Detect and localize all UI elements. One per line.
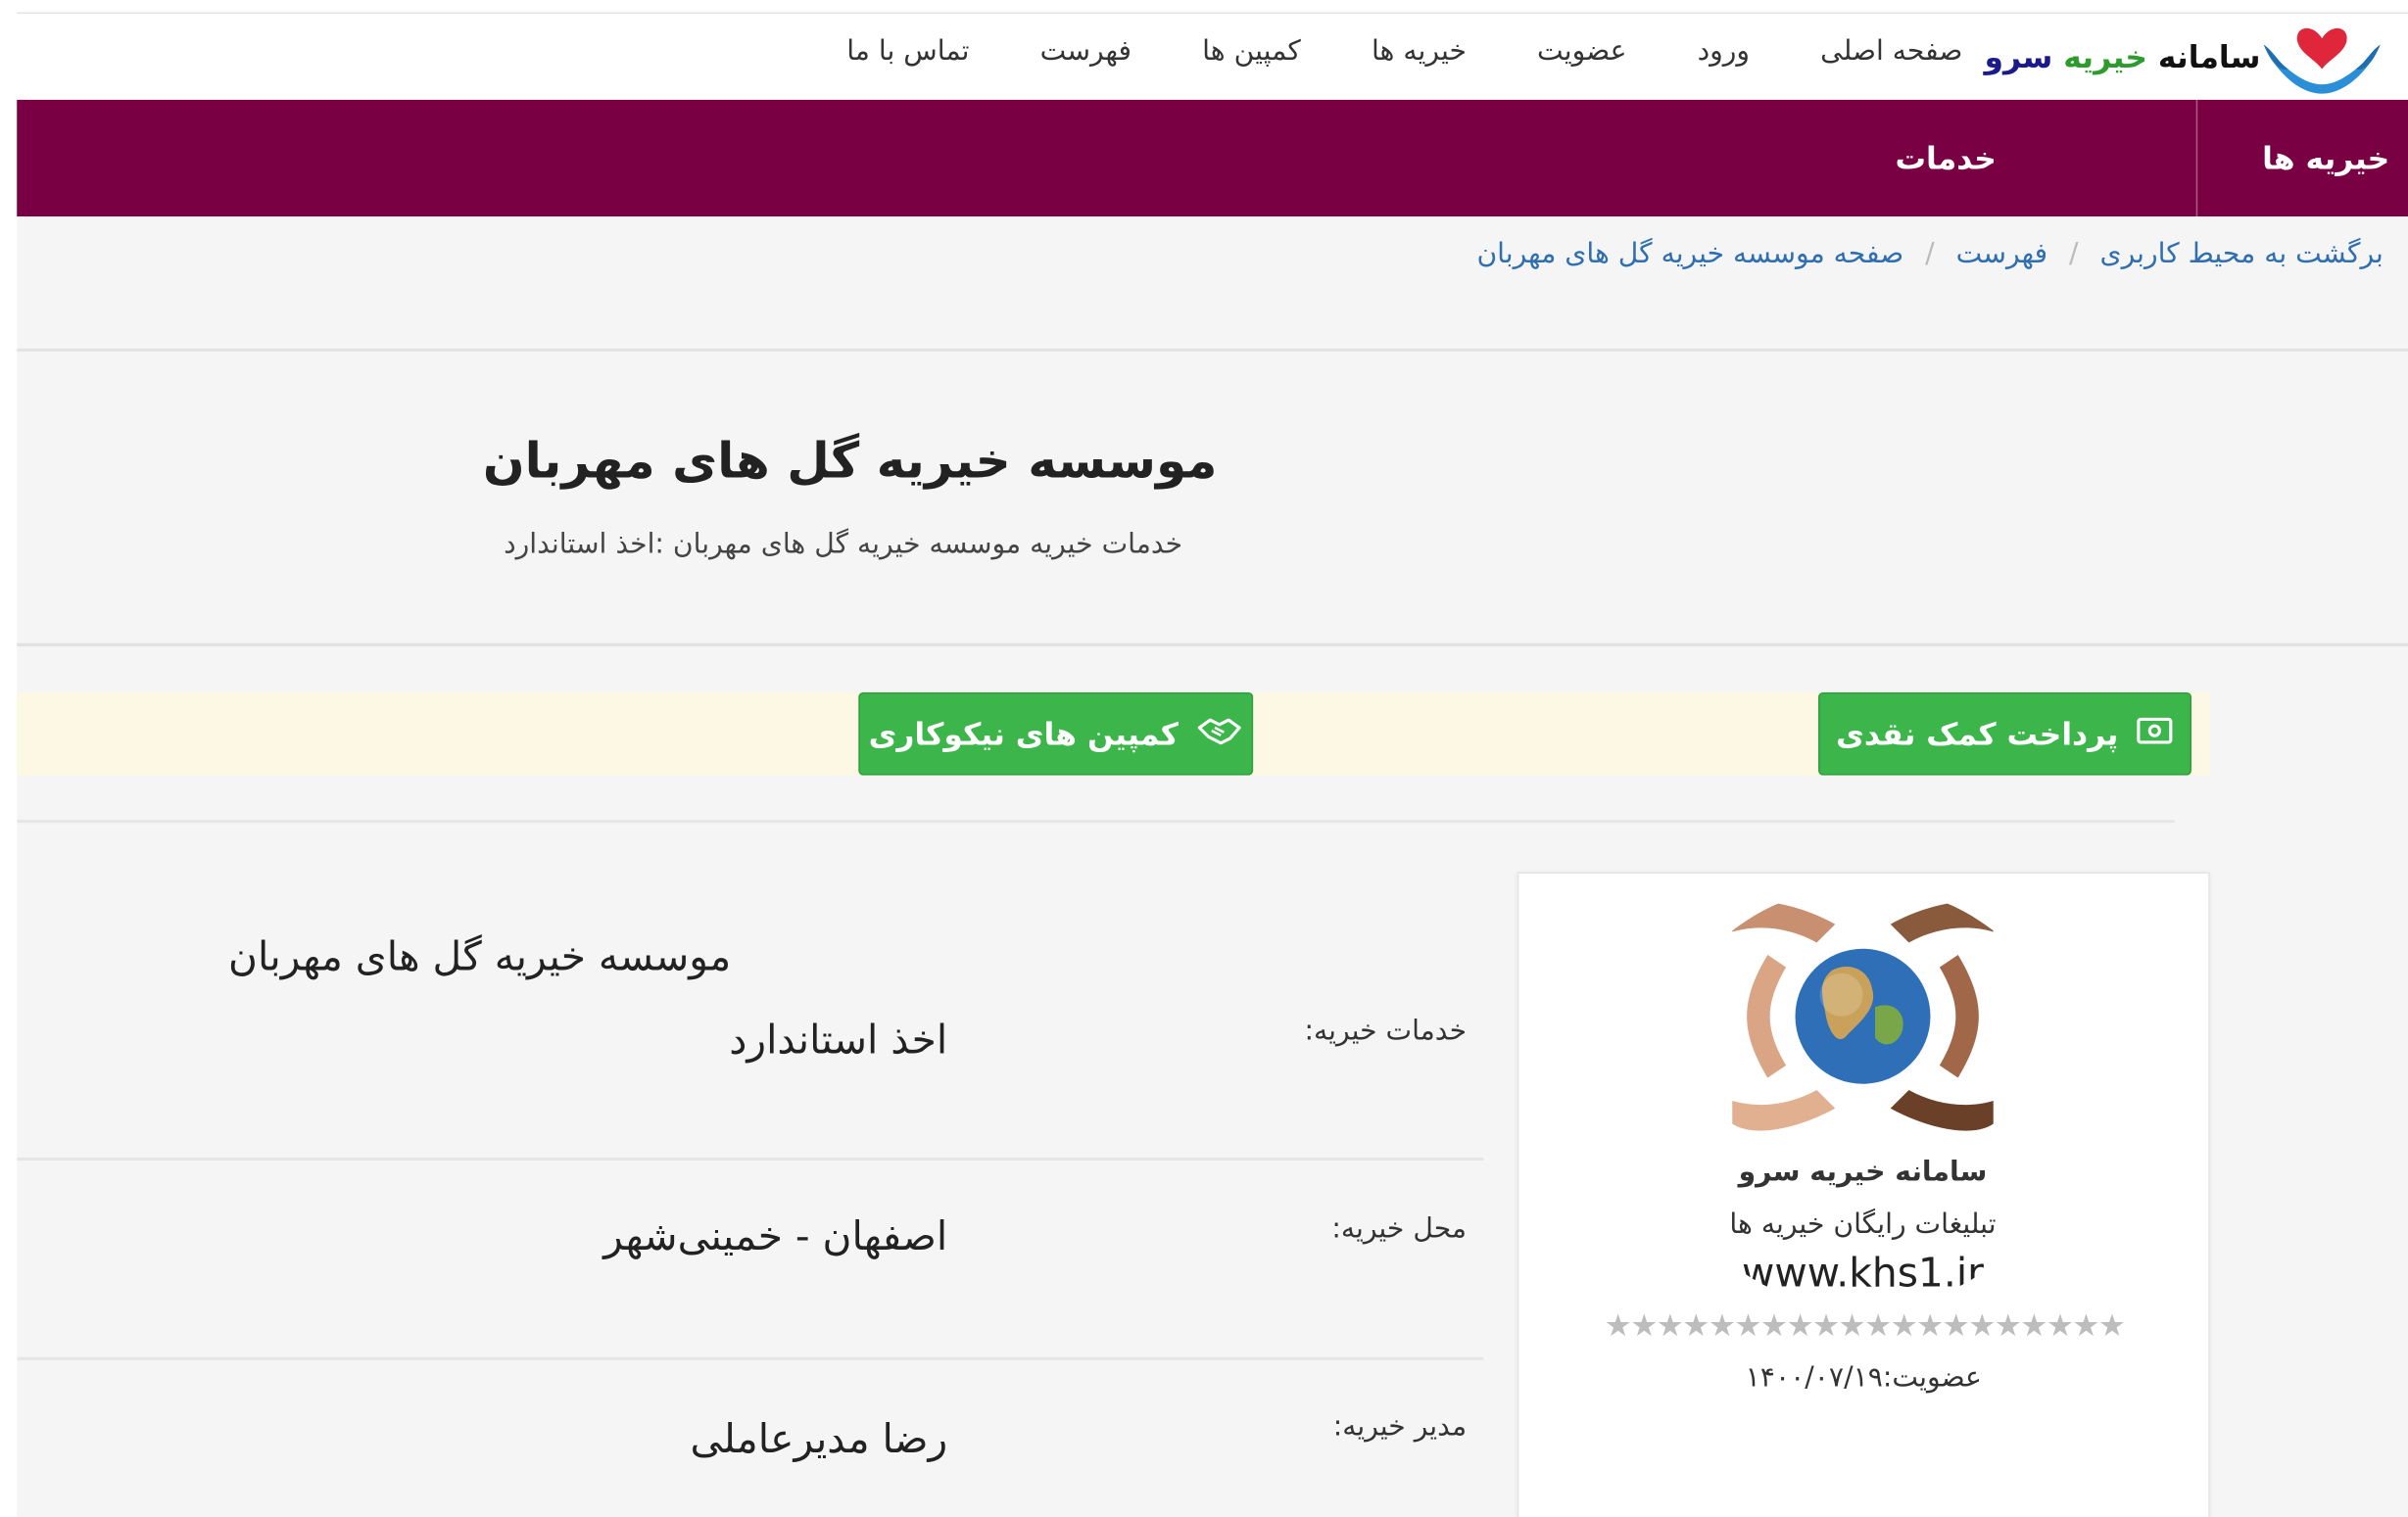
nav-home[interactable]: صفحه اصلی	[1820, 35, 1962, 68]
handshake-icon	[1197, 715, 1243, 753]
nav-login[interactable]: ورود	[1698, 35, 1750, 68]
membership-date: عضویت:۱۴۰۰/۰۷/۱۹	[1745, 1361, 1982, 1395]
rating-stars: ★★★★★★★★★★★★★★★★★★★★	[1604, 1306, 2126, 1344]
campaigns-button-label: کمپین های نیکوکاری	[868, 715, 1180, 753]
site-header: سامانه خیریه سرو صفحه اصلی ورود عضویت خی…	[17, 14, 2408, 100]
charity-name: موسسه خیریه گل های مهربان	[228, 934, 732, 981]
category-services[interactable]: خدمات	[1895, 100, 1996, 216]
logo-text: سامانه خیریه سرو	[1985, 38, 2261, 75]
breadcrumb-directory[interactable]: فهرست	[1956, 238, 2047, 270]
breadcrumb-current-page[interactable]: صفحه موسسه خیریه گل های مهربان	[1476, 238, 1903, 270]
donate-button[interactable]: پرداخت کمک نقدی	[1818, 691, 2191, 776]
nav-charities[interactable]: خیریه ها	[1372, 35, 1467, 68]
services-value: اخذ استاندارد	[729, 1018, 948, 1065]
logo-word-1: سامانه	[2157, 38, 2261, 75]
breadcrumb: برگشت به محیط کاربری / فهرست / صفحه موسسه خی…	[1476, 238, 2383, 270]
page-title: موسسه خیریه گل های مهربان	[482, 431, 1218, 491]
main-content: موسسه خیریه گل های مهربان خدمات خیریه مو…	[17, 351, 2408, 1517]
donate-button-label: پرداخت کمک نقدی	[1836, 715, 2119, 753]
charity-card: سامانه خیریه سرو تبلیغات رایگان خیریه ها…	[1517, 872, 2210, 1517]
section-divider	[17, 820, 2175, 824]
manager-label: مدیر خیریه:	[1332, 1410, 1468, 1444]
action-bar: پرداخت کمک نقدی کمپین های نیکوکاری	[17, 691, 2210, 776]
money-icon	[2137, 716, 2174, 751]
row-divider	[17, 1157, 1484, 1161]
nav-contact[interactable]: تماس با ما	[846, 35, 969, 68]
campaigns-button[interactable]: کمپین های نیکوکاری	[858, 691, 1254, 776]
nav-directory[interactable]: فهرست	[1040, 35, 1132, 68]
page: سامانه خیریه سرو صفحه اصلی ورود عضویت خی…	[0, 0, 2408, 1517]
breadcrumb-separator: /	[2069, 237, 2079, 270]
card-website-line: www.khs1.ir	[1742, 1251, 1984, 1298]
heart-hands-icon	[2261, 17, 2384, 97]
breadcrumb-separator: /	[1925, 237, 1935, 270]
charity-logo-image: سامانه خیریه سرو تبلیغات رایگان خیریه ها…	[1651, 885, 2075, 1310]
section-divider	[17, 642, 2408, 646]
manager-value: رضا مدیرعاملی	[690, 1416, 948, 1463]
card-slogan-line: تبلیغات رایگان خیریه ها	[1729, 1208, 1997, 1241]
location-value: اصفهان - خمینی‌شهر	[603, 1213, 948, 1260]
category-separator	[2195, 99, 2198, 217]
services-label: خدمات خیریه:	[1304, 1015, 1468, 1048]
card-brand-line: سامانه خیریه سرو	[1738, 1156, 1988, 1189]
main-nav: صفحه اصلی ورود عضویت خیریه ها کمپین ها ف…	[776, 35, 1962, 68]
nav-campaigns[interactable]: کمپین ها	[1202, 35, 1301, 68]
row-divider	[17, 1356, 1484, 1360]
category-charities[interactable]: خیریه ها	[2262, 100, 2389, 216]
category-bar: خیریه ها خدمات	[17, 99, 2408, 217]
location-label: محل خیریه:	[1331, 1212, 1468, 1246]
logo-word-2: خیریه	[2063, 38, 2147, 75]
logo-word-3: سرو	[1984, 38, 2053, 75]
site-logo[interactable]: سامانه خیریه سرو	[1985, 17, 2384, 97]
page-subtitle: خدمات خیریه موسسه خیریه گل های مهربان :ا…	[504, 528, 1183, 561]
breadcrumb-bar: برگشت به محیط کاربری / فهرست / صفحه موسسه خی…	[17, 216, 2408, 352]
breadcrumb-back-to-panel[interactable]: برگشت به محیط کاربری	[2099, 238, 2383, 270]
nav-register[interactable]: عضویت	[1537, 35, 1626, 68]
